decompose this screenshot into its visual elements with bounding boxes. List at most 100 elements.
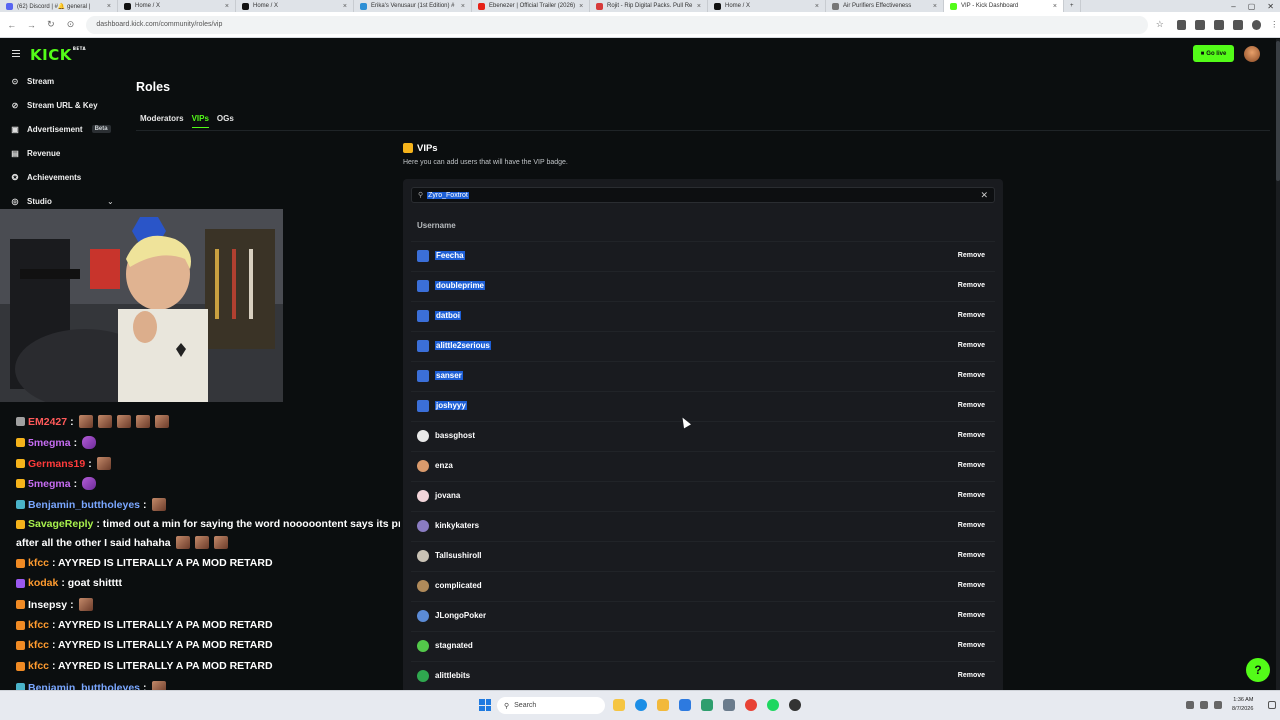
vip-username[interactable]: kinkykaters bbox=[435, 521, 479, 530]
tab-ogs[interactable]: OGs bbox=[217, 114, 234, 128]
sidebar-item-advertisement[interactable]: ▣ Advertisement Beta bbox=[10, 122, 111, 136]
chat-username[interactable]: Benjamin_buttholeyes bbox=[28, 499, 140, 511]
chrome-icon[interactable] bbox=[745, 699, 757, 711]
chat-username[interactable]: kfcc bbox=[28, 619, 49, 631]
vip-username[interactable]: bassghost bbox=[435, 431, 475, 440]
chat-username[interactable]: kodak bbox=[28, 577, 58, 589]
remove-button[interactable]: Remove bbox=[958, 282, 985, 289]
page-scrollbar[interactable] bbox=[1276, 39, 1280, 690]
notification-icon[interactable] bbox=[1268, 701, 1276, 709]
vip-username[interactable]: joshyyy bbox=[435, 401, 467, 410]
minimize-icon[interactable]: – bbox=[1231, 2, 1235, 11]
vip-username[interactable]: Feecha bbox=[435, 251, 465, 260]
browser-tab[interactable]: Home / X × bbox=[118, 0, 236, 12]
remove-button[interactable]: Remove bbox=[958, 552, 985, 559]
site-info-icon[interactable]: ⊙ bbox=[63, 17, 79, 33]
chat-username[interactable]: kfcc bbox=[28, 557, 49, 569]
user-avatar[interactable] bbox=[1244, 46, 1260, 62]
vip-username[interactable]: Tallsushiroll bbox=[435, 551, 482, 560]
tab-close-icon[interactable]: × bbox=[933, 3, 937, 10]
tab-vips[interactable]: VIPs bbox=[191, 114, 209, 128]
taskbar-clock[interactable]: 1:36 AM 8/7/2026 bbox=[1232, 696, 1253, 714]
vip-username[interactable]: stagnated bbox=[435, 641, 473, 650]
vip-username[interactable]: jovana bbox=[435, 491, 460, 500]
chat-username[interactable]: EM2427 bbox=[28, 416, 67, 428]
username-search-input[interactable]: ⚲ Zyro_Foxtrot ✕ bbox=[411, 187, 995, 203]
browser-tab[interactable]: Home / X × bbox=[236, 0, 354, 12]
explorer-icon[interactable] bbox=[613, 699, 625, 711]
browser-tab[interactable]: Air Purifiers Effectiveness × bbox=[826, 0, 944, 12]
folder-icon[interactable] bbox=[657, 699, 669, 711]
vip-username[interactable]: complicated bbox=[435, 581, 482, 590]
spotify-icon[interactable] bbox=[767, 699, 779, 711]
remove-button[interactable]: Remove bbox=[958, 462, 985, 469]
remove-button[interactable]: Remove bbox=[958, 252, 985, 259]
tab-close-icon[interactable]: × bbox=[107, 3, 111, 10]
remove-button[interactable]: Remove bbox=[958, 402, 985, 409]
sidebar-item-stream-url-key[interactable]: ⊘ Stream URL & Key bbox=[10, 98, 98, 112]
wifi-icon[interactable] bbox=[1200, 701, 1208, 709]
browser-tab[interactable]: VIP - Kick Dashboard × bbox=[944, 0, 1064, 12]
close-window-icon[interactable]: ✕ bbox=[1267, 2, 1274, 11]
tab-close-icon[interactable]: × bbox=[579, 3, 583, 10]
clear-search-icon[interactable]: ✕ bbox=[980, 190, 988, 201]
maximize-icon[interactable]: ▢ bbox=[1248, 2, 1256, 11]
remove-button[interactable]: Remove bbox=[958, 522, 985, 529]
remove-button[interactable]: Remove bbox=[958, 492, 985, 499]
kick-logo[interactable]: KICKBETA bbox=[30, 46, 86, 64]
chat-username[interactable]: 5megma bbox=[28, 478, 71, 490]
sidebar-item-revenue[interactable]: ▤ Revenue bbox=[10, 146, 60, 160]
browser-tab[interactable]: Home / X × bbox=[708, 0, 826, 12]
vip-username[interactable]: doubleprime bbox=[435, 281, 486, 290]
extensions-puzzle-icon[interactable] bbox=[1232, 19, 1243, 30]
bookmark-star-icon[interactable]: ☆ bbox=[1152, 17, 1168, 33]
tab-close-icon[interactable]: × bbox=[815, 3, 819, 10]
vip-username[interactable]: alittle2serious bbox=[435, 341, 491, 350]
sidebar-item-studio[interactable]: ◎ Studio bbox=[10, 194, 52, 208]
back-icon[interactable]: ← bbox=[4, 17, 20, 33]
vip-username[interactable]: JLongoPoker bbox=[435, 611, 486, 620]
chat-username[interactable]: SavageReply bbox=[28, 518, 93, 530]
remove-button[interactable]: Remove bbox=[958, 432, 985, 439]
browser-tab[interactable]: (62) Discord | #🔔 general | × bbox=[0, 0, 118, 12]
browser-tab[interactable]: Ebenezer | Official Trailer (2026) × bbox=[472, 0, 590, 12]
extension-icon[interactable] bbox=[1195, 19, 1206, 30]
edge-icon[interactable] bbox=[635, 699, 647, 711]
remove-button[interactable]: Remove bbox=[958, 342, 985, 349]
remove-button[interactable]: Remove bbox=[958, 582, 985, 589]
tab-close-icon[interactable]: × bbox=[697, 3, 701, 10]
extension-icon[interactable] bbox=[1214, 19, 1224, 30]
chat-username[interactable]: kfcc bbox=[28, 639, 49, 651]
chat-username[interactable]: kfcc bbox=[28, 660, 49, 672]
remove-button[interactable]: Remove bbox=[958, 372, 985, 379]
taskbar-search[interactable]: ⚲ Search bbox=[497, 697, 605, 714]
vip-username[interactable]: sanser bbox=[435, 371, 463, 380]
reload-icon[interactable]: ↻ bbox=[43, 17, 59, 33]
sidebar-item-achievements[interactable]: ✪ Achievements bbox=[10, 170, 82, 184]
url-field[interactable]: dashboard.kick.com/community/roles/vip bbox=[86, 15, 1148, 34]
vip-username[interactable]: alittlebits bbox=[435, 671, 470, 680]
vip-username[interactable]: enza bbox=[435, 461, 453, 470]
tab-moderators[interactable]: Moderators bbox=[140, 114, 184, 128]
sidebar-item-stream[interactable]: ⊙ Stream bbox=[10, 74, 54, 88]
remove-button[interactable]: Remove bbox=[958, 612, 985, 619]
settings-icon[interactable] bbox=[723, 699, 735, 711]
chevron-down-icon[interactable]: ⌄ bbox=[107, 197, 114, 206]
chat-username[interactable]: 5megma bbox=[28, 437, 71, 449]
tab-close-icon[interactable]: × bbox=[225, 3, 229, 10]
remove-button[interactable]: Remove bbox=[958, 672, 985, 679]
browser-tab[interactable]: Rojit - Rip Digital Packs. Pull Re × bbox=[590, 0, 708, 12]
tab-close-icon[interactable]: × bbox=[461, 3, 465, 10]
tray-icon[interactable] bbox=[1186, 701, 1194, 709]
menu-dots-icon[interactable]: ⋮ bbox=[1270, 20, 1280, 30]
windows-start-icon[interactable] bbox=[479, 699, 491, 711]
forward-icon[interactable]: → bbox=[24, 17, 40, 33]
new-tab-icon[interactable]: + bbox=[1064, 0, 1081, 12]
volume-icon[interactable] bbox=[1214, 701, 1222, 709]
tab-close-icon[interactable]: × bbox=[343, 3, 347, 10]
obs-icon[interactable] bbox=[789, 699, 801, 711]
go-live-button[interactable]: ■ Go live bbox=[1193, 45, 1234, 62]
chat-username[interactable]: Insepsy bbox=[28, 599, 67, 611]
browser-tab[interactable]: Erika's Venusaur (1st Edition) # × bbox=[354, 0, 472, 12]
remove-button[interactable]: Remove bbox=[958, 642, 985, 649]
